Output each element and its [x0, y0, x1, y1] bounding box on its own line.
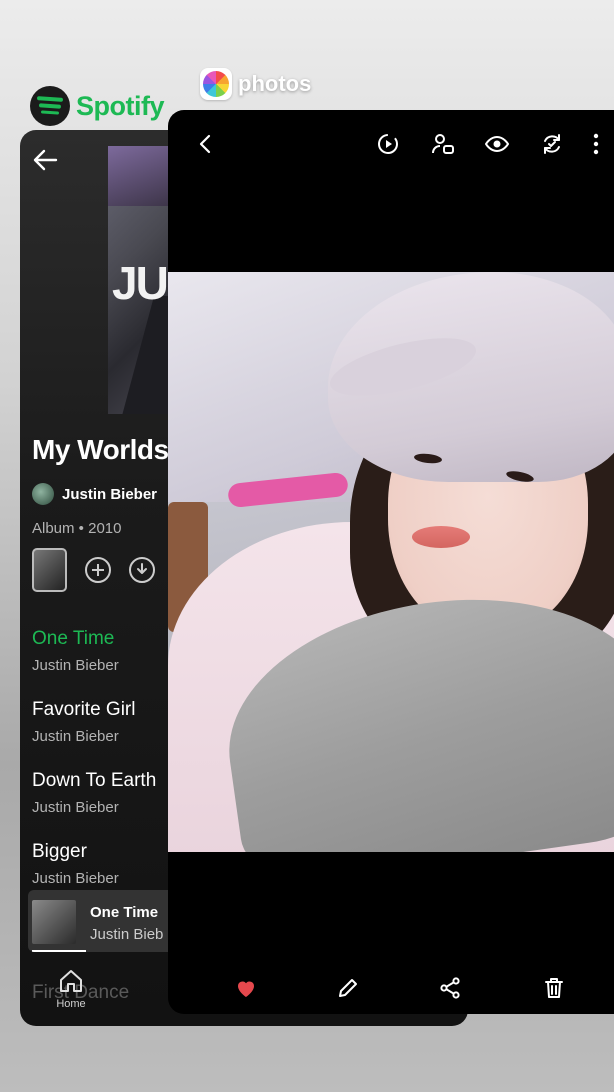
photos-logo-icon: [200, 68, 232, 100]
track-artist: Justin Bieber: [32, 799, 119, 816]
album-title: My Worlds: [32, 434, 169, 465]
album-actions: [32, 548, 155, 592]
now-playing-progress: [32, 950, 86, 952]
track-item[interactable]: Bigger Justin Bieber: [32, 841, 119, 887]
track-title: One Time: [32, 628, 115, 649]
track-item[interactable]: One Time Justin Bieber: [32, 628, 119, 674]
nav-home-label: Home: [56, 998, 86, 1010]
back-icon[interactable]: [194, 132, 218, 156]
photos-action-bar: [168, 976, 614, 1012]
artist-name: Justin Bieber: [62, 485, 158, 503]
track-item[interactable]: Down To Earth Justin Bieber: [32, 770, 156, 816]
track-title: Favorite Girl: [32, 699, 136, 720]
spotify-app-label[interactable]: Spotify: [30, 86, 165, 126]
people-icon[interactable]: [431, 132, 455, 156]
now-playing-artist: Justin Bieb: [90, 926, 164, 943]
track-title: Bigger: [32, 841, 87, 862]
track-item[interactable]: Favorite Girl Justin Bieber: [32, 699, 135, 745]
eye-icon[interactable]: [485, 132, 509, 156]
photo-viewer-image[interactable]: [168, 272, 614, 852]
now-playing-thumbnail: [32, 900, 76, 944]
share-icon[interactable]: [438, 976, 462, 1000]
photos-app-card[interactable]: [168, 110, 614, 1014]
nav-home[interactable]: Home: [54, 968, 88, 1010]
home-icon: [60, 970, 82, 992]
spotify-logo-icon: [30, 86, 70, 126]
back-arrow-icon[interactable]: [32, 148, 58, 172]
download-icon[interactable]: [129, 557, 155, 583]
spotify-app-name: Spotify: [76, 90, 165, 121]
edit-icon[interactable]: [336, 976, 360, 1000]
more-icon[interactable]: [584, 132, 608, 156]
album-thumbnail-button[interactable]: [32, 548, 67, 592]
photos-app-label[interactable]: photos: [200, 68, 311, 100]
track-title: Down To Earth: [32, 770, 157, 791]
now-playing-title: One Time: [90, 904, 159, 921]
photos-app-name: photos: [238, 71, 312, 96]
artist-row[interactable]: Justin Bieber: [32, 483, 157, 505]
album-meta: Album • 2010: [32, 520, 122, 537]
heart-icon[interactable]: [234, 976, 258, 1000]
sync-icon[interactable]: [540, 132, 564, 156]
photos-toolbar: [168, 110, 614, 180]
motion-photo-icon[interactable]: [376, 132, 400, 156]
delete-icon[interactable]: [542, 976, 566, 1000]
add-icon[interactable]: [85, 557, 111, 583]
track-artist: Justin Bieber: [32, 870, 119, 887]
track-artist: Justin Bieber: [32, 657, 119, 674]
track-artist: Justin Bieber: [32, 728, 119, 745]
artist-avatar: [32, 483, 54, 505]
